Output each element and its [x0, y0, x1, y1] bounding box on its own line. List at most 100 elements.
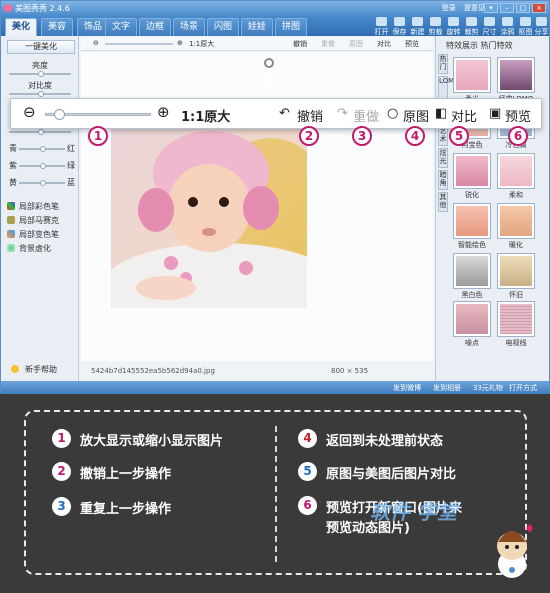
contrast-slider[interactable]: [9, 91, 71, 97]
saturation-slider[interactable]: [9, 129, 71, 135]
redo-icon: ↷: [337, 106, 348, 121]
cyan-label: 青: [9, 144, 17, 153]
zoom-toolbar-magnified: ⊖ ⊕ 1:1原大 ↶ 撤销 ↷ 重做 ○ 原图 ◧ 对比 ▣ 预览: [10, 98, 542, 129]
new-button[interactable]: 新建: [409, 17, 426, 37]
effect-thumb-tv-lines[interactable]: [498, 302, 534, 336]
tab-flash[interactable]: 闪图: [207, 18, 239, 36]
small-zoom-slider[interactable]: [105, 43, 173, 45]
vtab-hot[interactable]: 热门: [438, 54, 448, 74]
effect-label: 黑白色: [461, 291, 483, 299]
crop-icon: [430, 17, 441, 26]
share-album-link[interactable]: 发到相册: [433, 383, 461, 393]
watermark: 软件 学堂: [370, 500, 457, 524]
cyan-red-slider[interactable]: [19, 146, 65, 152]
small-preview-button[interactable]: 预览: [405, 39, 419, 49]
compare-button[interactable]: 对比: [451, 106, 477, 125]
effect-thumb-sharpen[interactable]: [454, 154, 490, 188]
effect-thumb-lomo[interactable]: [498, 58, 534, 92]
color-pen-tool[interactable]: 局部彩色笔: [7, 201, 59, 212]
help-link[interactable]: 新手帮助: [11, 364, 57, 375]
tab-scene[interactable]: 场景: [173, 18, 205, 36]
tab-doll[interactable]: 娃娃: [241, 18, 273, 36]
main-tab-bar: 美化 美容 饰品 文字 边框 场景 闪图 娃娃 拼图 打开 保存 新建 剪裁 旋…: [1, 15, 549, 36]
vtab-vignette[interactable]: 暗角: [438, 170, 448, 190]
effect-thumb-retro[interactable]: [498, 254, 534, 288]
zoom-slider[interactable]: [45, 109, 151, 120]
share-weibo-link[interactable]: 发到微博: [393, 383, 421, 393]
vtab-glow[interactable]: 炫光: [438, 148, 448, 168]
zoom-in-icon[interactable]: ⊕: [157, 103, 170, 121]
small-redo-button[interactable]: 重做: [321, 39, 335, 49]
effect-label: 怀旧: [509, 291, 523, 299]
effect-thumb-noise[interactable]: [454, 302, 490, 336]
preview-button[interactable]: 预览: [505, 106, 531, 125]
brush-icon: [502, 17, 513, 26]
close-button[interactable]: ×: [532, 3, 546, 13]
original-button[interactable]: 原图: [403, 106, 429, 125]
doodle-button[interactable]: 涂鸦: [499, 17, 516, 37]
effect-thumb-soft-light[interactable]: [454, 58, 490, 92]
red-label: 红: [67, 144, 75, 153]
purple-green-slider[interactable]: [19, 163, 65, 169]
scissors-icon: [520, 17, 531, 26]
vtab-other[interactable]: 其他: [438, 192, 448, 212]
title-links: 登录 提意见: [436, 3, 485, 13]
effect-thumb-smart-color[interactable]: [454, 204, 490, 238]
callout-dot: [264, 58, 274, 68]
undo-button[interactable]: 撤销: [297, 106, 323, 125]
blur-background-tool[interactable]: 背景虚化: [7, 243, 51, 254]
yellow-blue-slider[interactable]: [19, 180, 65, 186]
feedback-link[interactable]: 提意见: [464, 4, 485, 12]
small-zoom-label[interactable]: 1:1原大: [189, 39, 214, 49]
mosaic-icon: [7, 216, 15, 224]
small-zoom-in-icon[interactable]: ⊕: [177, 39, 183, 47]
cut-button[interactable]: 裁剪: [463, 17, 480, 37]
matting-button[interactable]: 抠图: [517, 17, 534, 37]
minimize-button[interactable]: –: [500, 3, 514, 13]
effect-thumb-bw[interactable]: [454, 254, 490, 288]
zoom-ratio-button[interactable]: 1:1原大: [181, 106, 230, 125]
one-key-beautify-button[interactable]: 一键美化: [7, 40, 75, 54]
marker-5: 5: [449, 126, 469, 146]
mosaic-pen-tool[interactable]: 局部马赛克: [7, 215, 59, 226]
instruction-text-3: 重复上一步操作: [80, 502, 172, 517]
rotate-button[interactable]: 旋转: [445, 17, 462, 37]
baby-photo[interactable]: [111, 128, 307, 308]
maximize-button[interactable]: □: [516, 3, 530, 13]
zoom-out-icon[interactable]: ⊖: [23, 103, 36, 121]
login-link[interactable]: 登录: [442, 4, 456, 12]
small-undo-button[interactable]: 撤销: [293, 39, 307, 49]
crop-button[interactable]: 剪裁: [427, 17, 444, 37]
save-button[interactable]: 保存: [391, 17, 408, 37]
tab-beautify[interactable]: 美化: [5, 18, 37, 36]
open-mode-link[interactable]: 打开方式: [509, 383, 537, 393]
effect-thumb-warm[interactable]: [498, 204, 534, 238]
tab-frame[interactable]: 边框: [139, 18, 171, 36]
recolor-pen-tool[interactable]: 局部变色笔: [7, 229, 59, 240]
redo-button[interactable]: 重做: [353, 106, 379, 125]
small-original-button[interactable]: 原图: [349, 39, 363, 49]
tab-text[interactable]: 文字: [105, 18, 137, 36]
skin-button[interactable]: ▾: [484, 3, 498, 13]
gift-link[interactable]: 33元礼物: [473, 383, 503, 393]
tab-collage[interactable]: 拼图: [275, 18, 307, 36]
small-compare-button[interactable]: 对比: [377, 39, 391, 49]
share-button[interactable]: 分享: [533, 17, 550, 37]
rotate-icon: [448, 17, 459, 26]
color-pen-icon: [7, 202, 15, 210]
effect-thumb-soft[interactable]: [498, 154, 534, 188]
instruction-text-1: 放大显示或缩小显示图片: [80, 434, 224, 449]
undo-icon: ↶: [279, 106, 290, 121]
tab-face[interactable]: 美容: [41, 18, 73, 36]
size-button[interactable]: 尺寸: [481, 17, 498, 37]
purple-label: 紫: [9, 161, 17, 170]
small-zoom-out-icon[interactable]: ⊖: [93, 39, 99, 47]
brightness-slider[interactable]: [9, 71, 71, 77]
callout-line: [272, 75, 432, 76]
open-button[interactable]: 打开: [373, 17, 390, 37]
vtab-art[interactable]: 艺术: [438, 126, 448, 146]
effect-label: 锐化: [465, 191, 479, 199]
instruction-text-4: 返回到未处理前状态: [326, 434, 444, 449]
yellow-label: 黄: [9, 178, 17, 187]
bulb-icon: [11, 365, 19, 373]
